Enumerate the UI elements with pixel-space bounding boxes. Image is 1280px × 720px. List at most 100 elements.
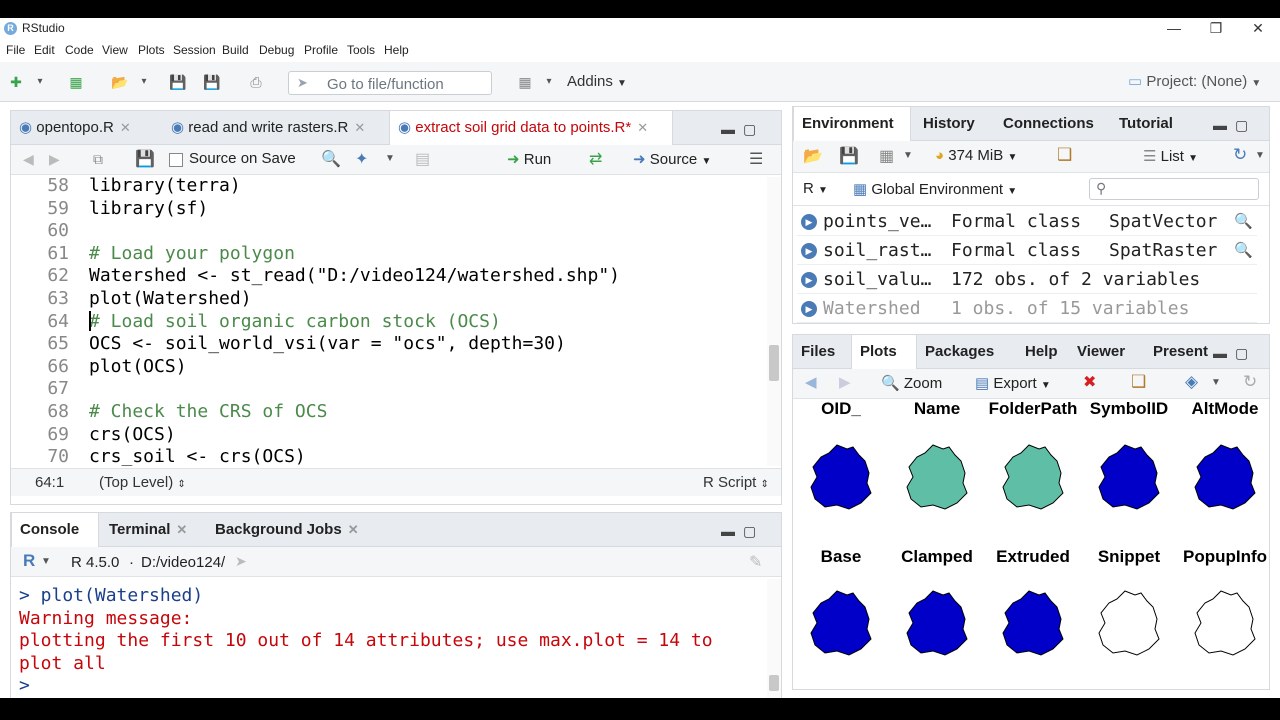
chevron-down-icon[interactable]: ▾ (30, 73, 50, 91)
scope-selector[interactable]: (Top Level) ⇕ (99, 474, 186, 491)
menu-edit[interactable]: Edit (34, 43, 55, 57)
tab-console[interactable]: Console (11, 513, 99, 547)
menu-help[interactable]: Help (384, 43, 409, 57)
forward-arrow-icon[interactable]: ▶ (839, 373, 851, 391)
code-text[interactable]: plot(OCS) (89, 356, 187, 378)
tab-viewer[interactable]: Viewer (1069, 335, 1133, 369)
menu-session[interactable]: Session (173, 43, 216, 57)
close-icon[interactable]: ✕ (120, 120, 131, 135)
tab-environment[interactable]: Environment (793, 107, 911, 141)
code-line[interactable]: 60 (11, 220, 767, 243)
code-line[interactable]: 65 OCS <- soil_world_vsi(var = "ocs", dep… (11, 333, 767, 356)
refresh-icon[interactable]: ↻ (1243, 372, 1257, 392)
code-line[interactable]: 64 # Load soil organic carbon stock (OCS) (11, 311, 767, 334)
tab-background-jobs[interactable]: Background Jobs ✕ (207, 513, 369, 547)
go-to-directory-icon[interactable]: ➤ (235, 553, 247, 570)
chevron-down-icon[interactable]: ▼ (385, 153, 395, 164)
code-line[interactable]: 59 library(sf) (11, 198, 767, 221)
close-icon[interactable]: ✕ (348, 522, 359, 537)
code-line[interactable]: 62 Watershed <- st_read("D:/video124/wate… (11, 265, 767, 288)
scrollbar-thumb[interactable] (769, 675, 779, 691)
code-line[interactable]: 63 plot(Watershed) (11, 288, 767, 311)
code-line[interactable]: 66 plot(OCS) (11, 356, 767, 379)
menu-code[interactable]: Code (65, 43, 94, 57)
forward-arrow-icon[interactable]: ▶ (49, 151, 60, 168)
menu-view[interactable]: View (102, 43, 128, 57)
language-selector[interactable]: R ▼ (803, 180, 828, 197)
code-text[interactable]: Watershed <- st_read("D:/video124/waters… (89, 265, 620, 287)
pane-minmax-controls[interactable]: ▬▢ (1213, 117, 1256, 134)
code-text[interactable]: OCS <- soil_world_vsi(var = "ocs", depth… (89, 333, 566, 355)
tab-plots[interactable]: Plots (851, 335, 917, 369)
console-scrollbar[interactable] (767, 579, 781, 705)
rerun-icon[interactable]: ⇄ (589, 149, 602, 169)
broom-clear-icon[interactable]: ❑ (1131, 372, 1146, 392)
environment-row[interactable]: ▶ soil_valu… 172 obs. of 2 variables (797, 265, 1257, 294)
memory-usage[interactable]: ◕ 374 MiB ▼ (935, 147, 1017, 164)
close-icon[interactable]: ✕ (176, 522, 187, 537)
tab-files[interactable]: Files (793, 335, 843, 369)
code-text[interactable]: # Load your polygon (89, 243, 295, 265)
menu-build[interactable]: Build (222, 43, 249, 57)
scope-selector[interactable]: ▦ Global Environment ▼ (853, 180, 1017, 198)
save-icon[interactable]: 💾 (135, 149, 155, 169)
close-icon[interactable]: ✕ (637, 120, 648, 135)
restore-window-button[interactable]: ❐ (1196, 18, 1236, 40)
tab-opentopo[interactable]: ◉ opentopo.R ✕ (11, 111, 161, 145)
expand-arrow-icon[interactable]: ▶ (801, 272, 817, 288)
go-to-file-input[interactable]: ➤ Go to file/function (288, 71, 492, 95)
tab-help[interactable]: Help (1017, 335, 1066, 369)
save-all-icon[interactable]: 💾 (202, 73, 222, 91)
code-line[interactable]: 61 # Load your polygon (11, 243, 767, 266)
back-arrow-icon[interactable]: ◀ (805, 373, 817, 391)
environment-row[interactable]: ▶ Watershed 1 obs. of 15 variables (797, 294, 1257, 323)
menu-tools[interactable]: Tools (347, 43, 375, 57)
view-data-icon[interactable]: 🔍 (1234, 236, 1253, 265)
tab-packages[interactable]: Packages (917, 335, 1002, 369)
environment-row[interactable]: ▶ soil_rast… Formal class SpatRaster 🔍 (797, 236, 1257, 265)
pane-minmax-controls[interactable]: ▬▢ (1213, 345, 1256, 362)
code-line[interactable]: 70 crs_soil <- crs(OCS) (11, 446, 767, 466)
tab-history[interactable]: History (915, 107, 983, 141)
file-type-selector[interactable]: R Script ⇕ (703, 474, 769, 491)
source-button[interactable]: ➜ Source ▼ (633, 150, 711, 168)
chevron-down-icon[interactable]: ▼ (1255, 150, 1265, 161)
import-dataset-icon[interactable]: ▦ (879, 146, 894, 166)
code-line[interactable]: 68 # Check the CRS of OCS (11, 401, 767, 424)
magic-wand-icon[interactable]: ✦ (355, 149, 368, 169)
show-in-window-icon[interactable]: ⧉ (93, 151, 103, 168)
view-mode-selector[interactable]: ☰ List ▼ (1143, 147, 1198, 165)
new-file-icon[interactable]: ✚ (6, 73, 26, 91)
code-text[interactable]: library(sf) (89, 198, 208, 220)
code-line[interactable]: 67 (11, 378, 767, 401)
working-directory[interactable]: D:/video124/ (141, 554, 225, 571)
load-workspace-icon[interactable]: 📂 (803, 146, 823, 166)
close-icon[interactable]: ✕ (354, 120, 365, 135)
run-button[interactable]: ➜ Run (507, 150, 551, 168)
code-text[interactable]: crs(OCS) (89, 424, 176, 446)
zoom-button[interactable]: 🔍 Zoom (881, 374, 942, 392)
code-line[interactable]: 58 library(terra) (11, 177, 767, 198)
publish-icon[interactable]: ◈ (1185, 372, 1198, 392)
chevron-down-icon[interactable]: ▾ (134, 73, 154, 91)
tab-terminal[interactable]: Terminal ✕ (101, 513, 205, 547)
tab-extract-soil-grid[interactable]: ◉ extract soil grid data to points.R* ✕ (389, 111, 673, 145)
code-text[interactable]: # Load soil organic carbon stock (OCS) (89, 311, 501, 333)
code-text[interactable]: # Check the CRS of OCS (89, 401, 327, 423)
save-icon[interactable]: 💾 (168, 73, 188, 91)
view-data-icon[interactable]: 🔍 (1234, 207, 1253, 236)
compile-report-icon[interactable]: ▤ (415, 149, 430, 169)
source-on-save-checkbox[interactable] (169, 153, 183, 167)
menu-plots[interactable]: Plots (138, 43, 165, 57)
console-output[interactable]: > plot(Watershed) Warning message: plottin… (19, 585, 759, 698)
environment-search-input[interactable]: ⚲ (1089, 178, 1259, 200)
tab-read-write-rasters[interactable]: ◉ read and write rasters.R ✕ (163, 111, 387, 145)
pane-minmax-controls[interactable]: ▬▢ (721, 523, 764, 540)
tab-presentation[interactable]: Present (1145, 335, 1211, 369)
minimize-window-button[interactable]: — (1154, 18, 1194, 40)
scrollbar-thumb[interactable] (769, 345, 779, 381)
expand-arrow-icon[interactable]: ▶ (801, 301, 817, 317)
clear-console-icon[interactable]: ✎ (749, 552, 762, 572)
environment-row[interactable]: ▶ points_ve… Formal class SpatVector 🔍 (797, 207, 1257, 236)
project-menu[interactable]: ▭ Project: (None) ▼ (1128, 72, 1261, 90)
